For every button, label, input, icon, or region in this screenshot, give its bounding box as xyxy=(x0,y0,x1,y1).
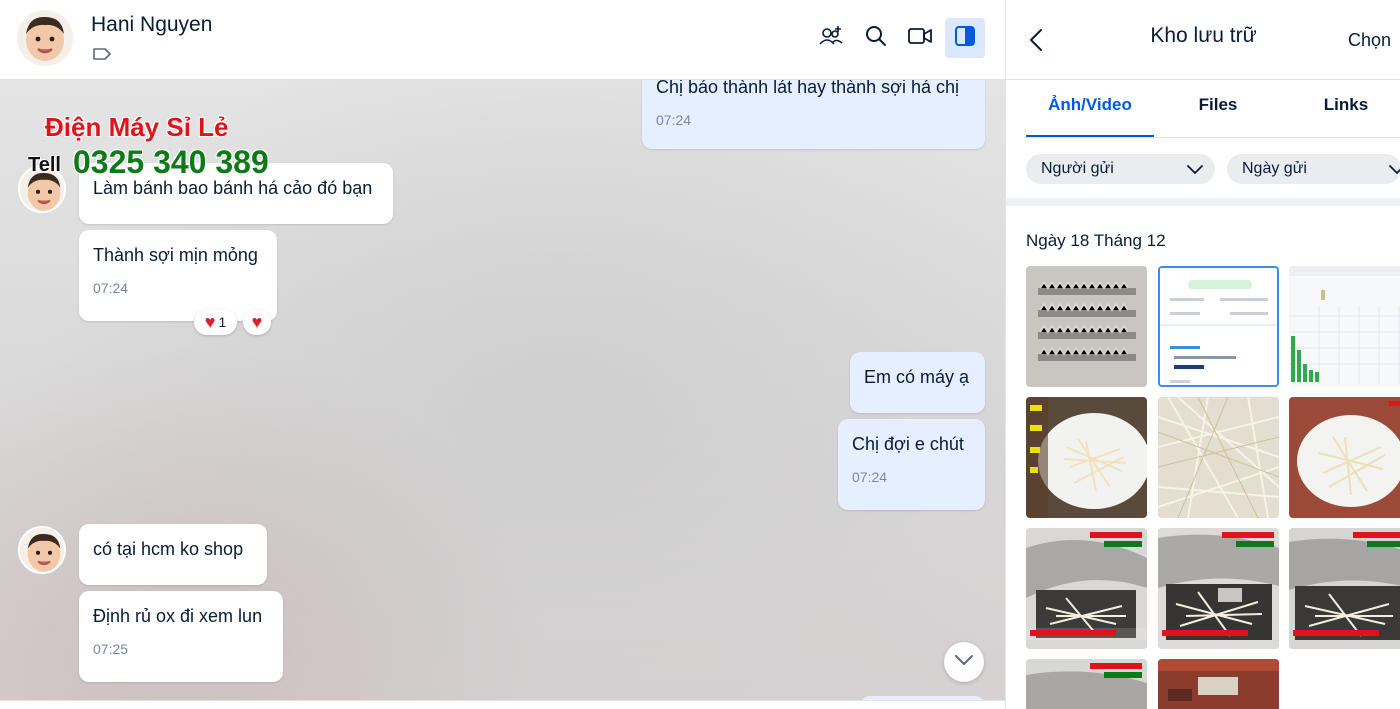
message-text: Thành sợi mịn mỏng xyxy=(93,245,258,265)
sender-filter-dropdown[interactable]: Người gửi xyxy=(1026,154,1215,184)
chat-header: Hani Nguyen xyxy=(0,0,1005,80)
watermark-phone: 0325 340 389 xyxy=(73,144,269,180)
heart-icon: ♥ xyxy=(251,312,263,332)
group-add-button[interactable] xyxy=(811,18,851,58)
sender-avatar[interactable] xyxy=(18,526,66,574)
search-icon xyxy=(864,24,888,53)
media-thumbnail[interactable] xyxy=(1158,528,1279,649)
watermark-tell-label: Tell xyxy=(28,154,61,176)
group-add-icon xyxy=(818,24,844,53)
message-text: có tại hcm ko shop xyxy=(93,539,244,559)
storage-header: Kho lưu trữ Chọn xyxy=(1006,0,1400,80)
reaction-count: 1 xyxy=(218,314,227,330)
select-button[interactable]: Chọn xyxy=(1348,30,1391,51)
shredding-machine-photo xyxy=(1158,528,1279,649)
tab-media[interactable]: Ảnh/Video xyxy=(1026,95,1154,115)
message-time: 07:24 xyxy=(852,469,888,485)
chat-pane: Hani Nguyen Chị bảo thành lát hay thành … xyxy=(0,0,1005,709)
message-text: Định rủ ox đi xem lun xyxy=(93,606,263,626)
tab-files[interactable]: Files xyxy=(1154,95,1282,115)
shredded-cassava-plate-photo xyxy=(1026,397,1147,518)
message-time: 07:25 xyxy=(93,641,129,657)
chevron-down-icon xyxy=(954,653,974,671)
media-thumbnail[interactable] xyxy=(1289,266,1400,387)
date-group-label: Ngày 18 Tháng 12 xyxy=(1026,231,1166,250)
media-thumbnail[interactable] xyxy=(1026,266,1147,387)
video-call-button[interactable] xyxy=(900,18,940,58)
date-filter-label: Ngày gửi xyxy=(1242,160,1307,177)
storage-panel: Kho lưu trữ Chọn Ảnh/Video Files Links N… xyxy=(1005,0,1400,709)
message-text: Chị đợi e chút xyxy=(852,434,964,454)
storage-tabs: Ảnh/Video Files Links xyxy=(1026,80,1400,138)
shredded-cassava-plate-photo xyxy=(1289,397,1400,518)
search-button[interactable] xyxy=(856,18,896,58)
media-thumbnail[interactable] xyxy=(1289,397,1400,518)
shredding-machine-photo xyxy=(1026,528,1147,649)
message-text: Em có máy ạ xyxy=(864,367,970,387)
sender-filter-label: Người gửi xyxy=(1041,160,1114,177)
message-bubble-outgoing[interactable]: Chị đợi e chút 07:24 xyxy=(838,419,985,510)
label-tag-icon[interactable] xyxy=(92,47,112,66)
chevron-down-icon xyxy=(1389,162,1400,180)
panel-toggle-button[interactable] xyxy=(945,18,985,58)
chevron-down-icon xyxy=(1187,162,1203,180)
reaction-summary[interactable]: ♥ 1 xyxy=(194,309,237,335)
media-thumbnail[interactable] xyxy=(1026,528,1147,649)
contact-name[interactable]: Hani Nguyen xyxy=(91,13,212,37)
media-thumbnail[interactable] xyxy=(1026,659,1147,709)
date-filter-dropdown[interactable]: Ngày gửi xyxy=(1227,154,1400,184)
tab-links[interactable]: Links xyxy=(1282,95,1400,115)
transfer-receipt-screenshot xyxy=(1160,268,1277,385)
storage-title: Kho lưu trữ xyxy=(1150,24,1257,47)
heart-icon: ♥ xyxy=(204,312,216,332)
panel-toggle-icon xyxy=(953,24,977,53)
watermark-shop-name: Điện Máy Sỉ Lẻ xyxy=(45,112,229,142)
media-thumbnail[interactable] xyxy=(1026,397,1147,518)
message-time: 07:24 xyxy=(656,112,692,128)
media-thumbnail[interactable] xyxy=(1158,397,1279,518)
active-tab-indicator xyxy=(1026,135,1154,137)
bar-chart-screenshot xyxy=(1289,266,1400,387)
media-thumbnail[interactable] xyxy=(1158,659,1279,709)
message-bubble-incoming[interactable]: có tại hcm ko shop xyxy=(79,524,267,585)
shredding-machine-photo xyxy=(1289,528,1400,649)
video-call-icon xyxy=(907,26,933,51)
message-bubble-outgoing[interactable]: Em có máy ạ xyxy=(850,352,985,413)
message-text: Làm bánh bao bánh há cảo đó bạn xyxy=(93,178,373,198)
message-text: Chị bảo thành lát hay thành sợi há chị xyxy=(656,80,960,97)
message-bubble-outgoing[interactable]: Chị bảo thành lát hay thành sợi há chị 0… xyxy=(642,80,985,149)
media-thumbnail[interactable] xyxy=(1289,528,1400,649)
metal-blades-photo xyxy=(1026,266,1147,387)
workshop-photo xyxy=(1158,659,1279,709)
section-divider xyxy=(1006,198,1400,206)
message-time: 07:24 xyxy=(93,280,129,296)
composer-area[interactable] xyxy=(0,700,1005,709)
media-thumbnail[interactable] xyxy=(1158,266,1279,387)
shredded-cassava-closeup-photo xyxy=(1158,397,1279,518)
scroll-to-bottom-button[interactable] xyxy=(944,642,984,682)
shredding-machine-photo xyxy=(1026,659,1147,709)
message-bubble-incoming[interactable]: Định rủ ox đi xem lun 07:25 xyxy=(79,591,283,682)
react-button[interactable]: ♥ xyxy=(243,309,271,335)
contact-avatar[interactable] xyxy=(17,10,73,66)
message-bubble-incoming[interactable]: Thành sợi mịn mỏng 07:24 xyxy=(79,230,277,321)
